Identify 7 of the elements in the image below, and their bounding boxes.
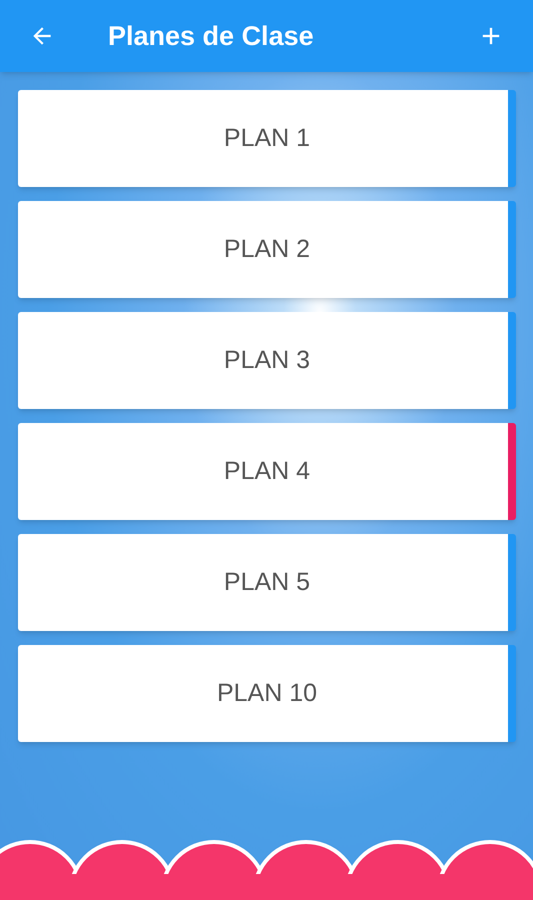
screen-title: Planes de Clase — [108, 20, 315, 53]
plan-button[interactable]: PLAN 10 — [18, 645, 516, 742]
plan-button[interactable]: PLAN 1 — [18, 90, 516, 187]
plan-button[interactable]: PLAN 2 — [18, 201, 516, 298]
plan-button[interactable]: PLAN 3 — [18, 312, 516, 409]
plan-button[interactable]: PLAN 5 — [18, 534, 516, 631]
plan-button[interactable]: PLAN 4 — [18, 423, 516, 520]
